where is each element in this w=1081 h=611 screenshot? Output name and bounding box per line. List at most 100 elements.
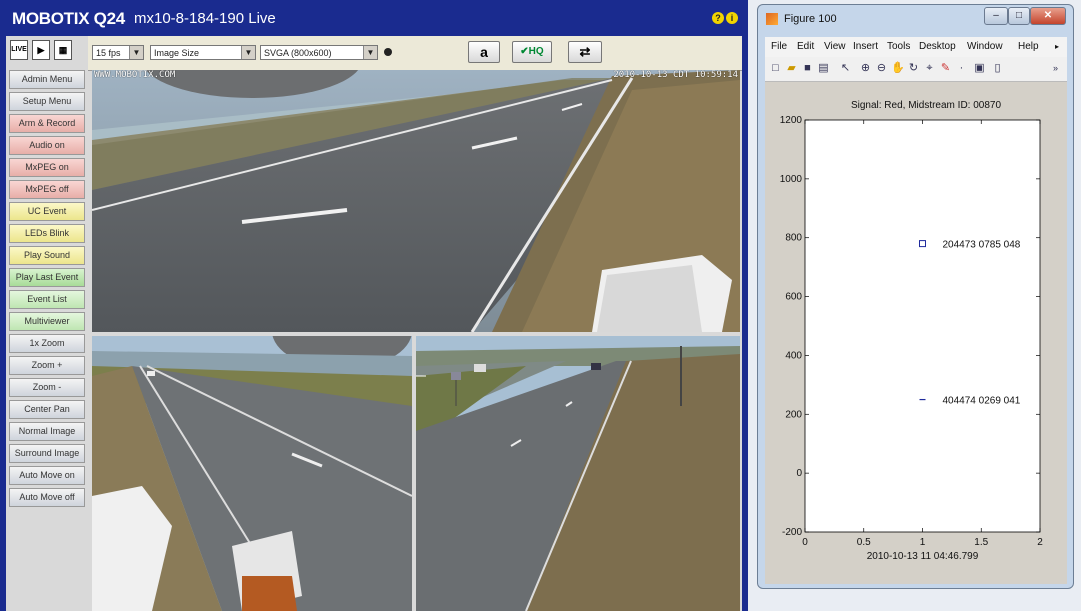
- y-tick-label: 400: [785, 350, 802, 361]
- plot-area: [804, 119, 1041, 533]
- menu-window[interactable]: Window: [967, 41, 1003, 52]
- chevron-down-icon: ▼: [129, 46, 143, 59]
- menu-file[interactable]: File: [771, 41, 787, 52]
- menu-button-auto-move-on[interactable]: Auto Move on: [9, 466, 85, 485]
- menu-tools[interactable]: Tools: [887, 41, 910, 52]
- menu-help[interactable]: Help: [1018, 41, 1039, 52]
- zoom-in-icon[interactable]: ⊕: [859, 62, 872, 75]
- x-tick-label: 1: [920, 537, 926, 548]
- matlab-icon: [766, 13, 778, 25]
- export-button[interactable]: ⇄: [568, 41, 602, 63]
- camera-name: mx10-8-184-190 Live: [134, 10, 276, 27]
- menu-button-multiviewer[interactable]: Multiviewer: [9, 312, 85, 331]
- figure-title: Figure 100: [784, 13, 837, 25]
- road-scene-left: [92, 336, 412, 611]
- grid-icon[interactable]: ▦: [54, 40, 72, 60]
- save-icon[interactable]: ■: [801, 62, 814, 75]
- menu-button-mxpeg-off[interactable]: MxPEG off: [9, 180, 85, 199]
- figure-menu-bar: File Edit View Insert Tools Desktop Wind…: [765, 37, 1067, 57]
- menu-button-center-pan[interactable]: Center Pan: [9, 400, 85, 419]
- image-size-value: Image Size: [154, 48, 200, 58]
- y-tick-label: 800: [785, 233, 802, 244]
- x-axis-label: 2010-10-13 11 04:46.799: [867, 551, 979, 562]
- edit-plot-icon[interactable]: ↖: [839, 62, 852, 75]
- maximize-button[interactable]: □: [1008, 7, 1030, 25]
- camera-overlay-text: WWW.MOBOTIX.COM: [94, 70, 176, 80]
- pan-icon[interactable]: ✋: [891, 62, 905, 75]
- x-tick-label: 1.5: [974, 537, 988, 548]
- brand-label: MOBOTIX Q24: [12, 9, 125, 28]
- play-icon[interactable]: ▶: [32, 40, 50, 60]
- road-scene-main: [92, 70, 740, 332]
- figure-toolbar: □ ▰ ■ ▤ ↖ ⊕ ⊖ ✋ ↻ ⌖ ✎ · ▣ ▯ »: [765, 57, 1067, 82]
- menu-button-surround-image[interactable]: Surround Image: [9, 444, 85, 463]
- link-plot-icon[interactable]: ▣: [973, 62, 986, 75]
- camera-toolbar: 15 fps ▼ Image Size ▼ SVGA (800x600) ▼ a…: [88, 36, 742, 71]
- chart-title: Signal: Red, Midstream ID: 00870: [851, 100, 1002, 111]
- live-icon[interactable]: LIVE: [10, 40, 28, 60]
- data-point-label: 404474 0269 041: [943, 396, 1021, 407]
- figure-title-bar: Figure 100 – □ ✕: [758, 5, 1073, 35]
- image-size-select[interactable]: Image Size ▼: [150, 45, 256, 60]
- mobotix-window: MOBOTIX Q24 mx10-8-184-190 Live ? i LIVE…: [0, 0, 748, 611]
- figure-canvas: Signal: Red, Midstream ID: 00870 -200 0 20…: [765, 82, 1067, 584]
- menu-button-leds-blink[interactable]: LEDs Blink: [9, 224, 85, 243]
- data-cursor-icon[interactable]: ⌖: [923, 62, 936, 75]
- view-mode-icons: LIVE ▶ ▦: [10, 40, 88, 66]
- mobotix-title-bar: MOBOTIX Q24 mx10-8-184-190 Live ? i: [6, 0, 742, 36]
- menu-desktop[interactable]: Desktop: [919, 41, 956, 52]
- fps-select[interactable]: 15 fps ▼: [92, 45, 144, 60]
- menu-button-event-list[interactable]: Event List: [9, 290, 85, 309]
- camera-timestamp: 2010-10-13 CDT 10:59:14: [613, 70, 738, 80]
- menu-button-auto-move-off[interactable]: Auto Move off: [9, 488, 85, 507]
- camera-feed-bottom-left[interactable]: [92, 336, 412, 611]
- menu-button-audio-on[interactable]: Audio on: [9, 136, 85, 155]
- help-icon[interactable]: ?: [712, 12, 724, 24]
- lock-button[interactable]: a: [468, 41, 500, 63]
- menu-button-admin-menu[interactable]: Admin Menu: [9, 70, 85, 89]
- menu-button-zoom[interactable]: Zoom +: [9, 356, 85, 375]
- brush-icon[interactable]: ✎: [939, 62, 952, 75]
- menu-button-uc-event[interactable]: UC Event: [9, 202, 85, 221]
- y-tick-label: 0: [796, 468, 802, 479]
- zoom-out-icon[interactable]: ⊖: [875, 62, 888, 75]
- figure-window: Figure 100 – □ ✕ File Edit View Insert T…: [757, 4, 1074, 589]
- resolution-select[interactable]: SVGA (800x600) ▼: [260, 45, 378, 60]
- hq-button[interactable]: ✔HQ: [512, 41, 552, 63]
- data-point-label: 204473 0785 048: [943, 240, 1021, 251]
- camera-feed-main[interactable]: WWW.MOBOTIX.COM 2010-10-13 CDT 10:59:14: [92, 70, 740, 332]
- chevron-down-icon: ▼: [241, 46, 255, 59]
- x-tick-label: 2: [1037, 537, 1043, 548]
- y-tick-label: 200: [785, 409, 802, 420]
- menu-button-mxpeg-on[interactable]: MxPEG on: [9, 158, 85, 177]
- menu-view[interactable]: View: [824, 41, 846, 52]
- mobotix-side-menu: Admin Menu Setup Menu Arm & Record Audio on…: [9, 70, 85, 510]
- toolbar-overflow-icon[interactable]: »: [1049, 62, 1062, 75]
- y-tick-label: 600: [785, 292, 802, 303]
- y-tick-label: 1200: [780, 115, 803, 126]
- info-icon[interactable]: i: [726, 12, 738, 24]
- menu-button-play-sound[interactable]: Play Sound: [9, 246, 85, 265]
- camera-feed-bottom-right[interactable]: [416, 336, 740, 611]
- rotate-icon[interactable]: ↻: [907, 62, 920, 75]
- print-icon[interactable]: ▤: [817, 62, 830, 75]
- menu-button-setup-menu[interactable]: Setup Menu: [9, 92, 85, 111]
- menu-button-zoom[interactable]: Zoom -: [9, 378, 85, 397]
- open-file-icon[interactable]: ▰: [785, 62, 798, 75]
- colorbar-icon[interactable]: ▯: [991, 62, 1004, 75]
- menu-edit[interactable]: Edit: [797, 41, 814, 52]
- minimize-button[interactable]: –: [984, 7, 1008, 25]
- menu-overflow-icon[interactable]: ▸: [1055, 42, 1059, 51]
- menu-button-1x-zoom[interactable]: 1x Zoom: [9, 334, 85, 353]
- y-tick-label: -200: [782, 527, 802, 538]
- chevron-down-icon: ▼: [363, 46, 377, 59]
- menu-button-normal-image[interactable]: Normal Image: [9, 422, 85, 441]
- menu-insert[interactable]: Insert: [853, 41, 878, 52]
- scatter-chart[interactable]: Signal: Red, Midstream ID: 00870 -200 0 20…: [765, 82, 1067, 584]
- menu-button-arm-record[interactable]: Arm & Record: [9, 114, 85, 133]
- menu-button-play-last-event[interactable]: Play Last Event: [9, 268, 85, 287]
- new-figure-icon[interactable]: □: [769, 62, 782, 75]
- close-button[interactable]: ✕: [1030, 7, 1066, 25]
- status-dot-icon: [384, 48, 392, 56]
- brush-dropdown-icon[interactable]: ·: [955, 62, 968, 75]
